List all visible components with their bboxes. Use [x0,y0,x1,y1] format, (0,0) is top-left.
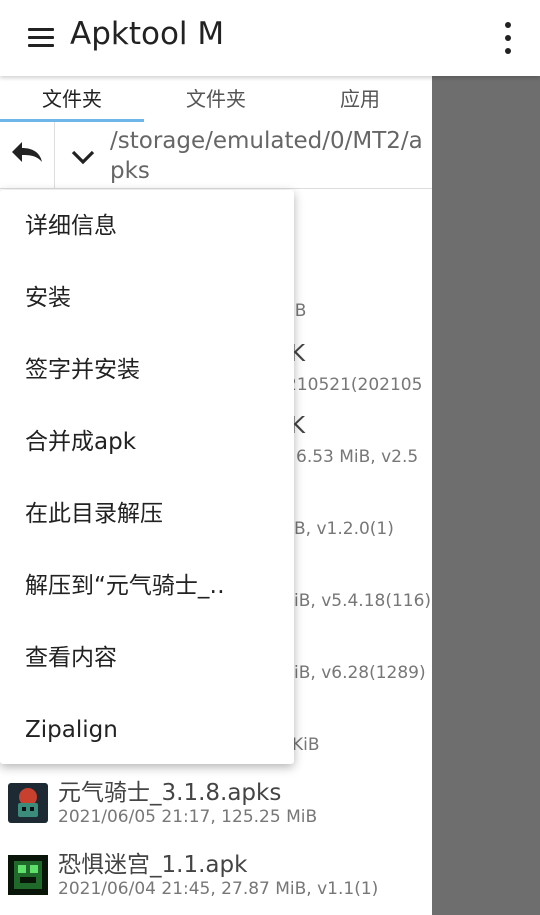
chevron-down-icon[interactable] [60,138,106,174]
context-menu: 详细信息 安装 签字并安装 合并成apk 在此目录解压 解压到“元气骑士_‥ 查… [0,190,294,764]
current-path: /storage/emulated/0/MT2/apks [110,128,423,184]
file-meta: 210521(202105 [286,375,423,395]
file-meta: iB, v6.28(1289) [294,663,426,683]
apks-file-icon [8,783,48,823]
file-meta: iB, v5.4.18(116) [294,591,432,611]
menu-item-view-contents[interactable]: 查看内容 [0,622,294,694]
back-button[interactable] [0,122,55,188]
file-name: 元气骑士_3.1.8.apks [58,780,282,806]
apk-file-icon [8,855,48,895]
tab-folder-2[interactable]: 文件夹 [144,76,288,122]
list-item[interactable]: 恐惧迷宫_1.1.apk 2021/06/04 21:45, 27.87 MiB… [0,841,432,913]
menu-item-extract-here[interactable]: 在此目录解压 [0,478,294,550]
drawer-scrim[interactable] [432,76,540,915]
hamburger-menu-icon[interactable] [18,18,58,58]
file-meta: B, v1.2.0(1) [294,519,394,539]
tab-folder-1[interactable]: 文件夹 [0,76,144,122]
app-bar: Apktool M [0,0,540,76]
menu-item-sign-and-install[interactable]: 签字并安装 [0,334,294,406]
tab-apps[interactable]: 应用 [288,76,432,122]
file-meta: 6.53 MiB, v2.5 [296,447,419,467]
file-meta: 2021/06/04 21:45, 27.87 MiB, v1.1(1) [58,879,379,899]
back-arrow-icon [12,142,42,162]
tab-bar: 文件夹 文件夹 应用 [0,76,432,122]
menu-item-extract-to[interactable]: 解压到“元气骑士_‥ [0,550,294,622]
file-meta: KiB [292,735,320,755]
app-title: Apktool M [70,16,225,52]
file-meta: 2021/06/05 21:17, 125.25 MiB [58,807,318,827]
path-bar: /storage/emulated/0/MT2/apks [0,122,432,189]
menu-item-merge-to-apk[interactable]: 合并成apk [0,406,294,478]
more-options-icon[interactable] [494,18,522,58]
file-name: 恐惧迷宫_1.1.apk [58,852,248,878]
menu-item-zipalign[interactable]: Zipalign [0,694,294,766]
list-item[interactable]: 元气骑士_3.1.8.apks 2021/06/05 21:17, 125.25… [0,769,432,841]
menu-item-install[interactable]: 安装 [0,262,294,334]
menu-item-details[interactable]: 详细信息 [0,190,294,262]
